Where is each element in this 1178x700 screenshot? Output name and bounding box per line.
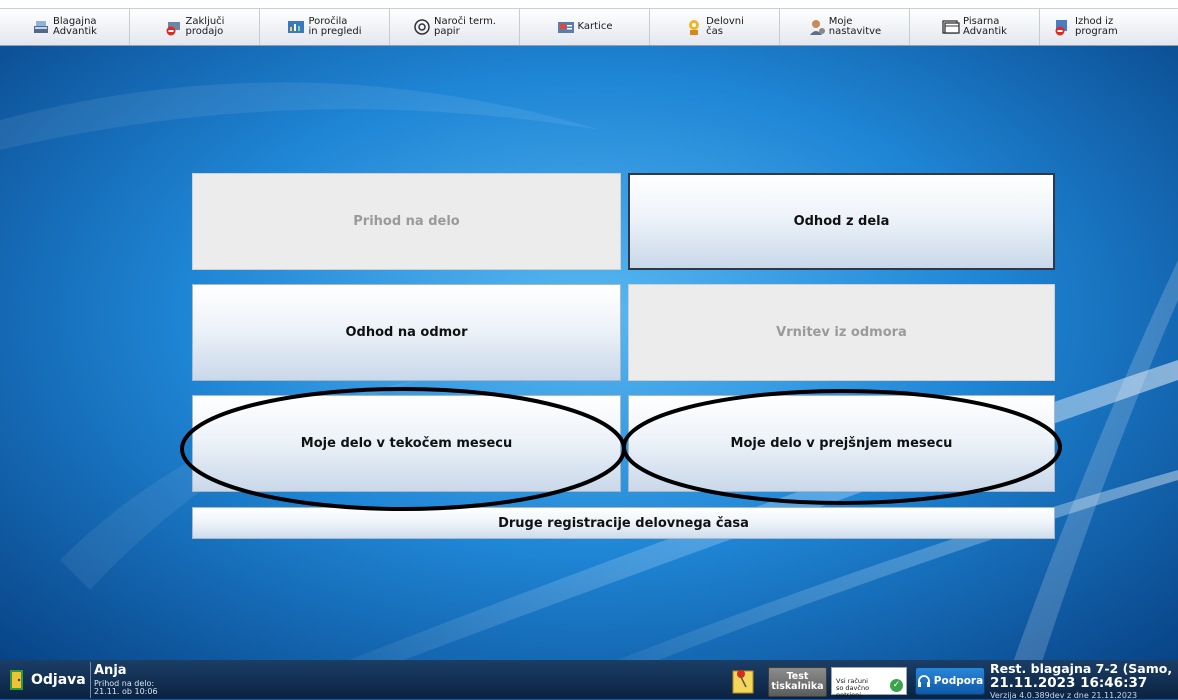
test-printer-button[interactable]: Test tiskalnika bbox=[768, 667, 827, 697]
toolbar-exit-label: Izhod iz program bbox=[1075, 16, 1118, 37]
user-name: Anja bbox=[94, 663, 127, 678]
current-month-work-button[interactable]: Moje delo v tekočem mesecu bbox=[192, 395, 621, 492]
door-exit-icon bbox=[10, 670, 23, 690]
toolbar-user-settings[interactable]: Moje nastavitve bbox=[780, 9, 910, 45]
arrival-time-value: 21.11. ob 10:06 bbox=[94, 687, 158, 696]
close-sale-icon bbox=[166, 22, 180, 36]
logout-button[interactable]: Odjava bbox=[8, 666, 86, 694]
toolbar-working-time-label: Delovni čas bbox=[706, 16, 744, 37]
toolbar-cash-register[interactable]: Blagajna Advantik bbox=[0, 9, 130, 45]
toolbar-close-sale[interactable]: Zaključi prodajo bbox=[130, 9, 260, 45]
arrival-time-info: Prihod na delo: 21.11. ob 10:06 bbox=[94, 680, 158, 696]
paper-roll-icon bbox=[414, 19, 430, 35]
fiscal-status-text: Vsi računi so davčno potrjeni bbox=[836, 677, 870, 699]
user-settings-icon bbox=[809, 20, 825, 35]
cards-icon bbox=[557, 22, 574, 33]
check-ok-icon: ✓ bbox=[890, 679, 903, 692]
toolbar-office[interactable]: Pisarna Advantik bbox=[910, 9, 1040, 45]
toolbar-office-label: Pisarna Advantik bbox=[963, 16, 1007, 37]
previous-month-work-button[interactable]: Moje delo v prejšnjem mesecu bbox=[628, 395, 1055, 492]
break-start-button-label: Odhod na odmor bbox=[345, 325, 468, 340]
toolbar-cash-register-label: Blagajna Advantik bbox=[53, 16, 97, 37]
support-label: Podpora bbox=[933, 675, 984, 687]
status-divider bbox=[90, 662, 91, 698]
office-icon bbox=[942, 20, 960, 34]
arrival-button[interactable]: Prihod na delo bbox=[192, 173, 621, 270]
fiscal-status-badge: Vsi računi so davčno potrjeni ✓ bbox=[831, 667, 907, 699]
break-end-button[interactable]: Vrnitev iz odmora bbox=[628, 284, 1055, 381]
toolbar-working-time[interactable]: Delovni čas bbox=[650, 9, 780, 45]
current-datetime: 21.11.2023 16:46:37 bbox=[990, 675, 1148, 691]
departure-button-label: Odhod z dela bbox=[793, 214, 890, 229]
station-name: Rest. blagajna 7-2 (Samo, bbox=[990, 661, 1173, 676]
toolbar-reports[interactable]: Poročila in pregledi bbox=[260, 9, 390, 45]
toolbar-close-sale-label: Zaključi prodajo bbox=[185, 16, 225, 37]
reports-icon bbox=[288, 21, 305, 33]
other-time-registrations-label: Druge registracije delovnega časa bbox=[498, 515, 749, 531]
toolbar-user-settings-label: Moje nastavitve bbox=[828, 16, 882, 37]
support-button[interactable]: Podpora bbox=[915, 667, 985, 695]
break-end-button-label: Vrnitev iz odmora bbox=[776, 325, 907, 340]
toolbar-cards[interactable]: Kartice bbox=[520, 9, 650, 45]
toolbar-exit[interactable]: Izhod iz program bbox=[1040, 9, 1146, 45]
break-start-button[interactable]: Odhod na odmor bbox=[192, 284, 621, 381]
headset-icon bbox=[917, 675, 930, 687]
toolbar-reports-label: Poročila in pregledi bbox=[308, 16, 362, 37]
logout-label: Odjava bbox=[31, 672, 86, 688]
other-time-registrations-button[interactable]: Druge registracije delovnega časa bbox=[192, 507, 1055, 539]
exit-icon bbox=[1055, 20, 1067, 36]
bottom-status-bar: Odjava Anja Prihod na delo: 21.11. ob 10… bbox=[0, 660, 1178, 700]
pin-note-icon[interactable] bbox=[730, 667, 756, 695]
cash-register-icon bbox=[34, 21, 49, 33]
toolbar-order-paper[interactable]: Naroči term. papir bbox=[390, 9, 520, 45]
current-month-work-button-label: Moje delo v tekočem mesecu bbox=[300, 436, 513, 451]
top-toolbar: Blagajna Advantik Zaključi prodajo Poroč… bbox=[0, 8, 1178, 46]
arrival-button-label: Prihod na delo bbox=[353, 214, 460, 229]
toolbar-order-paper-label: Naroči term. papir bbox=[433, 16, 496, 37]
departure-button[interactable]: Odhod z dela bbox=[628, 173, 1055, 270]
working-time-icon bbox=[689, 20, 700, 35]
toolbar-cards-label: Kartice bbox=[577, 21, 613, 32]
previous-month-work-button-label: Moje delo v prejšnjem mesecu bbox=[730, 436, 953, 451]
